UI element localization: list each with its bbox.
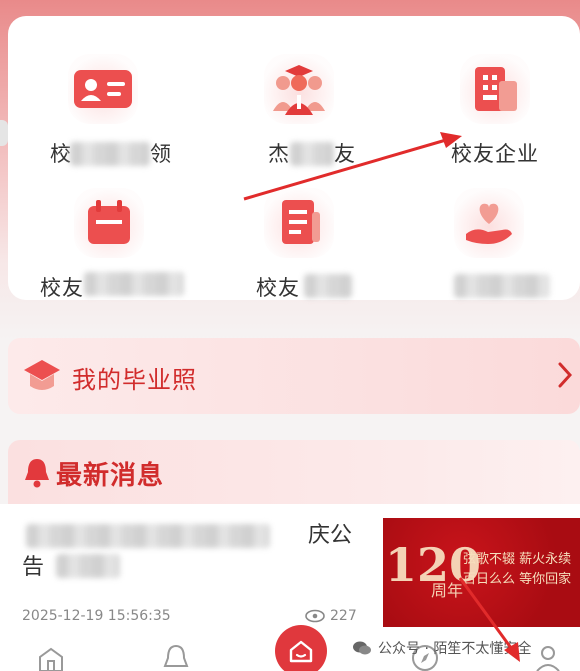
- news-section-title: 最新消息: [56, 461, 165, 491]
- news-header: 最新消息: [8, 440, 580, 504]
- building-icon: [460, 54, 530, 124]
- grid-item-donation[interactable]: [424, 180, 554, 300]
- chevron-right-icon: [558, 362, 573, 392]
- eye-icon: [305, 609, 325, 623]
- calendar-icon: [74, 188, 144, 258]
- graduation-label: 我的毕业照: [72, 366, 197, 394]
- grid-item-alumni-journal[interactable]: 校友: [234, 180, 364, 300]
- grid-item-alumni-enterprises[interactable]: 校友企业: [430, 46, 560, 166]
- id-card-icon: [68, 54, 138, 124]
- grid-item-outstanding-alumni[interactable]: 杰 友: [234, 46, 364, 166]
- building-nav-icon[interactable]: [36, 643, 66, 671]
- my-graduation-photo-row[interactable]: 我的毕业照: [8, 338, 580, 414]
- shortcut-grid: 校 领 杰 友 校友企业 校友 校友: [8, 16, 580, 300]
- home-icon: [289, 640, 313, 663]
- news-views: 227: [304, 608, 357, 624]
- wechat-icon: [353, 641, 371, 655]
- grid-label-tail: 领: [150, 142, 172, 166]
- grid-label: 杰: [268, 142, 290, 166]
- bell-icon: [22, 456, 52, 492]
- grid-item-leaders[interactable]: 校 领: [38, 46, 171, 166]
- home-button[interactable]: [275, 625, 327, 671]
- bell-nav-icon[interactable]: [162, 643, 190, 671]
- side-tab-left[interactable]: [0, 120, 8, 146]
- watermark: 公众号 · 陌笙不太懂安全: [352, 638, 531, 658]
- profile-nav-icon[interactable]: [534, 643, 562, 671]
- news-thumbnail[interactable]: 120 周年 弦歌不辍 薪火永续 百日么么 等你回家: [383, 518, 580, 628]
- document-icon: [264, 188, 334, 258]
- heart-hand-icon: [454, 188, 524, 258]
- graduation-cap-icon: [22, 358, 62, 398]
- grid-label-tail: 友: [334, 142, 356, 166]
- news-date: 2025-12-19 15:56:35: [22, 608, 171, 624]
- grid-item-alumni-activities[interactable]: 校友: [40, 180, 184, 300]
- grid-label: 校友企业: [451, 142, 539, 166]
- graduates-icon: [264, 54, 334, 124]
